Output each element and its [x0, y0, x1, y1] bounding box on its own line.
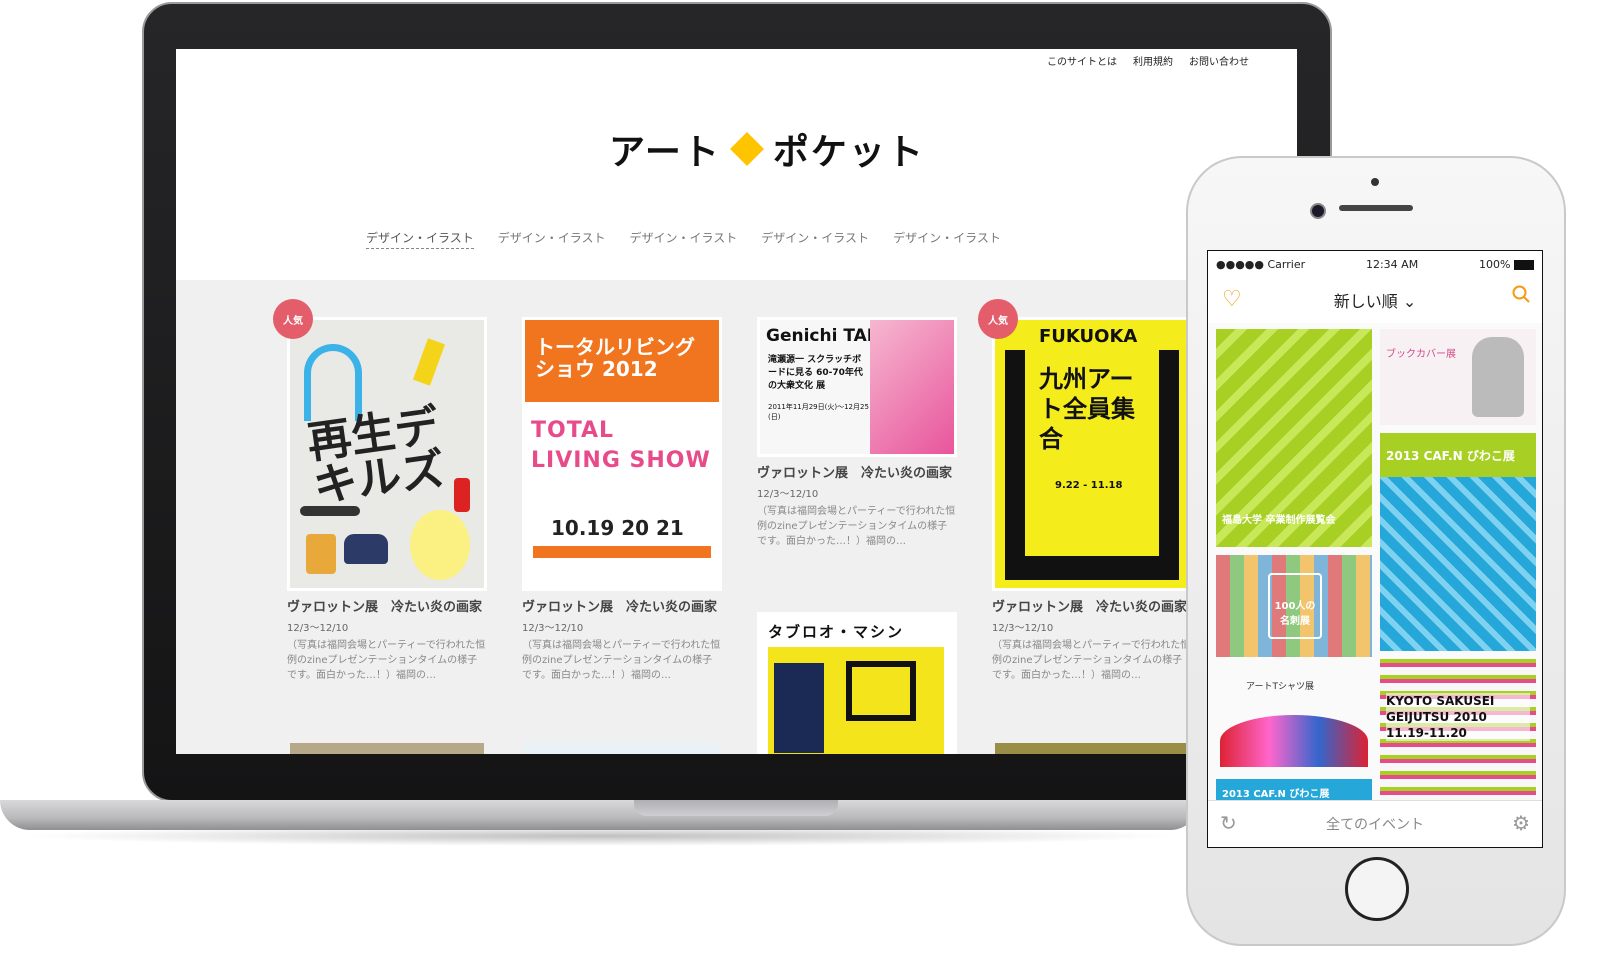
phone-navbar: ♡ 新しい順 ⌄: [1208, 277, 1542, 323]
logo-right: ポケット: [772, 132, 925, 173]
refresh-icon[interactable]: ↻: [1220, 811, 1237, 835]
poster-date: 9.22 - 11.18: [1055, 480, 1123, 491]
home-button[interactable]: [1345, 857, 1409, 921]
event-tile[interactable]: 100人の名刺展: [1216, 555, 1372, 657]
tile-label: 100人の名刺展: [1268, 573, 1322, 639]
event-title[interactable]: ヴァロットン展 冷たい炎の画家: [757, 466, 957, 481]
heart-icon[interactable]: ♡: [1222, 287, 1242, 312]
poster-subtitle: 九州アート全員集合: [1039, 365, 1135, 453]
event-date: 12/3〜12/10: [992, 623, 1054, 634]
event-card[interactable]: Genichi TAKISE 滝瀬源一 スクラッチボードに見る 60-70年代の…: [757, 317, 957, 549]
tile-label: アートTシャツ展: [1246, 682, 1314, 692]
poster-headline: タブロオ・マシン: [768, 623, 905, 641]
site-logo[interactable]: アート ポケット: [609, 123, 925, 175]
event-feed: 人気 再生デキルズ ヴァロットン展 冷たい炎の画家 12/3〜12/10 （写真…: [176, 280, 1297, 754]
event-description: （写真は福岡会場とパーティーで行われた恒例のzineプレゼンテーションタイムの様…: [757, 506, 956, 547]
top-nav: このサイトとは 利用規約 お問い合わせ: [1047, 53, 1249, 68]
poster-headline: FUKUOKA: [1039, 326, 1138, 347]
poster-date: 10.19 20 21: [551, 516, 684, 540]
laptop-screen: このサイトとは 利用規約 お問い合わせ アート ポケット デザイン・イラスト デ…: [176, 49, 1297, 754]
event-tile[interactable]: 福島大学 卒業制作展覧会: [1216, 329, 1372, 547]
event-card[interactable]: タブロオ・マシン: [757, 612, 957, 754]
event-date: 12/3〜12/10: [522, 623, 584, 634]
sort-dropdown[interactable]: 新しい順 ⌄: [1334, 288, 1417, 312]
event-title[interactable]: ヴァロットン展 冷たい炎の画家: [522, 600, 722, 615]
about-link[interactable]: このサイトとは: [1047, 53, 1117, 68]
event-tile[interactable]: 2013 CAF.N びわこ展: [1380, 433, 1536, 651]
diamond-icon: [729, 132, 764, 166]
event-grid: 福島大学 卒業制作展覧会 ブックカバー展 2013 CAF.N びわこ展 100…: [1208, 323, 1542, 803]
search-icon[interactable]: [1512, 285, 1530, 303]
tile-label: 2013 CAF.N びわこ展: [1386, 449, 1515, 463]
phone-screen: ●●●●● Carrier 12:34 AM 100% ♡ 新しい順 ⌄ 福島大…: [1207, 250, 1543, 848]
battery-label: 100%: [1479, 258, 1534, 271]
laptop-notch: [634, 800, 838, 816]
front-camera: [1310, 203, 1326, 219]
event-poster[interactable]: [290, 743, 484, 754]
event-description: （写真は福岡会場とパーティーで行われた恒例のzineプレゼンテーションタイムの様…: [287, 640, 486, 681]
gear-icon[interactable]: ⚙: [1512, 811, 1530, 835]
laptop-base: [0, 800, 1200, 830]
poster-subtitle: 滝瀬源一 スクラッチボードに見る 60-70年代の大衆文化 展: [768, 355, 863, 391]
contact-link[interactable]: お問い合わせ: [1189, 53, 1249, 68]
category-tab-4[interactable]: デザイン・イラスト: [761, 229, 869, 249]
event-tile[interactable]: KYOTO SAKUSEI GEIJUTSU 2010 11.19-11.20: [1380, 659, 1536, 803]
event-date: 12/3〜12/10: [287, 623, 349, 634]
event-title[interactable]: ヴァロットン展 冷たい炎の画家: [992, 600, 1192, 615]
popular-badge: 人気: [978, 299, 1018, 339]
poster-headline: トータルリビングショウ 2012: [535, 335, 695, 381]
event-poster[interactable]: 再生デキルズ: [287, 317, 487, 591]
event-card[interactable]: 人気 再生デキルズ ヴァロットン展 冷たい炎の画家 12/3〜12/10 （写真…: [273, 299, 487, 683]
event-poster[interactable]: Genichi TAKISE 滝瀬源一 スクラッチボードに見る 60-70年代の…: [757, 317, 957, 457]
phone-bottom-bar: ↻ 全てのイベント ⚙: [1208, 800, 1542, 847]
event-poster[interactable]: タブロオ・マシン: [757, 612, 957, 754]
event-card[interactable]: トータルリビングショウ 2012 TOTAL LIVING SHOW 10.19…: [522, 317, 722, 683]
category-tab-3[interactable]: デザイン・イラスト: [630, 229, 738, 249]
tile-label: 福島大学 卒業制作展覧会: [1222, 515, 1336, 526]
logo-left: アート: [609, 132, 721, 173]
event-title[interactable]: ヴァロットン展 冷たい炎の画家: [287, 600, 487, 615]
chevron-down-icon: ⌄: [1402, 292, 1417, 311]
category-tab-5[interactable]: デザイン・イラスト: [893, 229, 1001, 249]
event-poster[interactable]: トータルリビングショウ 2012 TOTAL LIVING SHOW 10.19…: [522, 317, 722, 591]
carrier-label: ●●●●● Carrier: [1216, 257, 1306, 271]
event-poster[interactable]: [995, 743, 1189, 754]
category-nav: デザイン・イラスト デザイン・イラスト デザイン・イラスト デザイン・イラスト …: [366, 229, 1001, 249]
event-card[interactable]: 人気 FUKUOKA 九州アート全員集合 9.22 - 11.18 ヴァロットン…: [978, 299, 1192, 683]
event-description: （写真は福岡会場とパーティーで行われた恒例のzineプレゼンテーションタイムの様…: [522, 640, 721, 681]
tile-label: KYOTO SAKUSEI GEIJUTSU 2010 11.19-11.20: [1386, 693, 1530, 741]
category-tab-1[interactable]: デザイン・イラスト: [366, 229, 474, 249]
category-tab-2[interactable]: デザイン・イラスト: [498, 229, 606, 249]
event-date: 12/3〜12/10: [757, 489, 819, 500]
status-bar: ●●●●● Carrier 12:34 AM 100%: [1208, 251, 1542, 277]
event-poster[interactable]: FUKUOKA 九州アート全員集合 9.22 - 11.18: [992, 317, 1192, 591]
poster-subtitle: TOTAL LIVING SHOW: [531, 418, 711, 473]
event-poster[interactable]: [525, 743, 719, 754]
time-label: 12:34 AM: [1365, 257, 1419, 271]
terms-link[interactable]: 利用規約: [1133, 53, 1173, 68]
earpiece: [1339, 205, 1413, 211]
event-description: （写真は福岡会場とパーティーで行われた恒例のzineプレゼンテーションタイムの様…: [992, 640, 1191, 681]
tile-label: 2013 CAF.N びわこ展: [1222, 789, 1330, 800]
tile-label: ブックカバー展: [1386, 349, 1456, 360]
event-tile[interactable]: ブックカバー展: [1380, 329, 1536, 425]
popular-badge: 人気: [273, 299, 313, 339]
poster-date: 2011年11月29日(火)〜12月25日(日): [768, 403, 876, 421]
event-tile[interactable]: アートTシャツ展: [1216, 665, 1372, 771]
front-sensor: [1371, 178, 1379, 186]
all-events-button[interactable]: 全てのイベント: [1326, 814, 1424, 834]
